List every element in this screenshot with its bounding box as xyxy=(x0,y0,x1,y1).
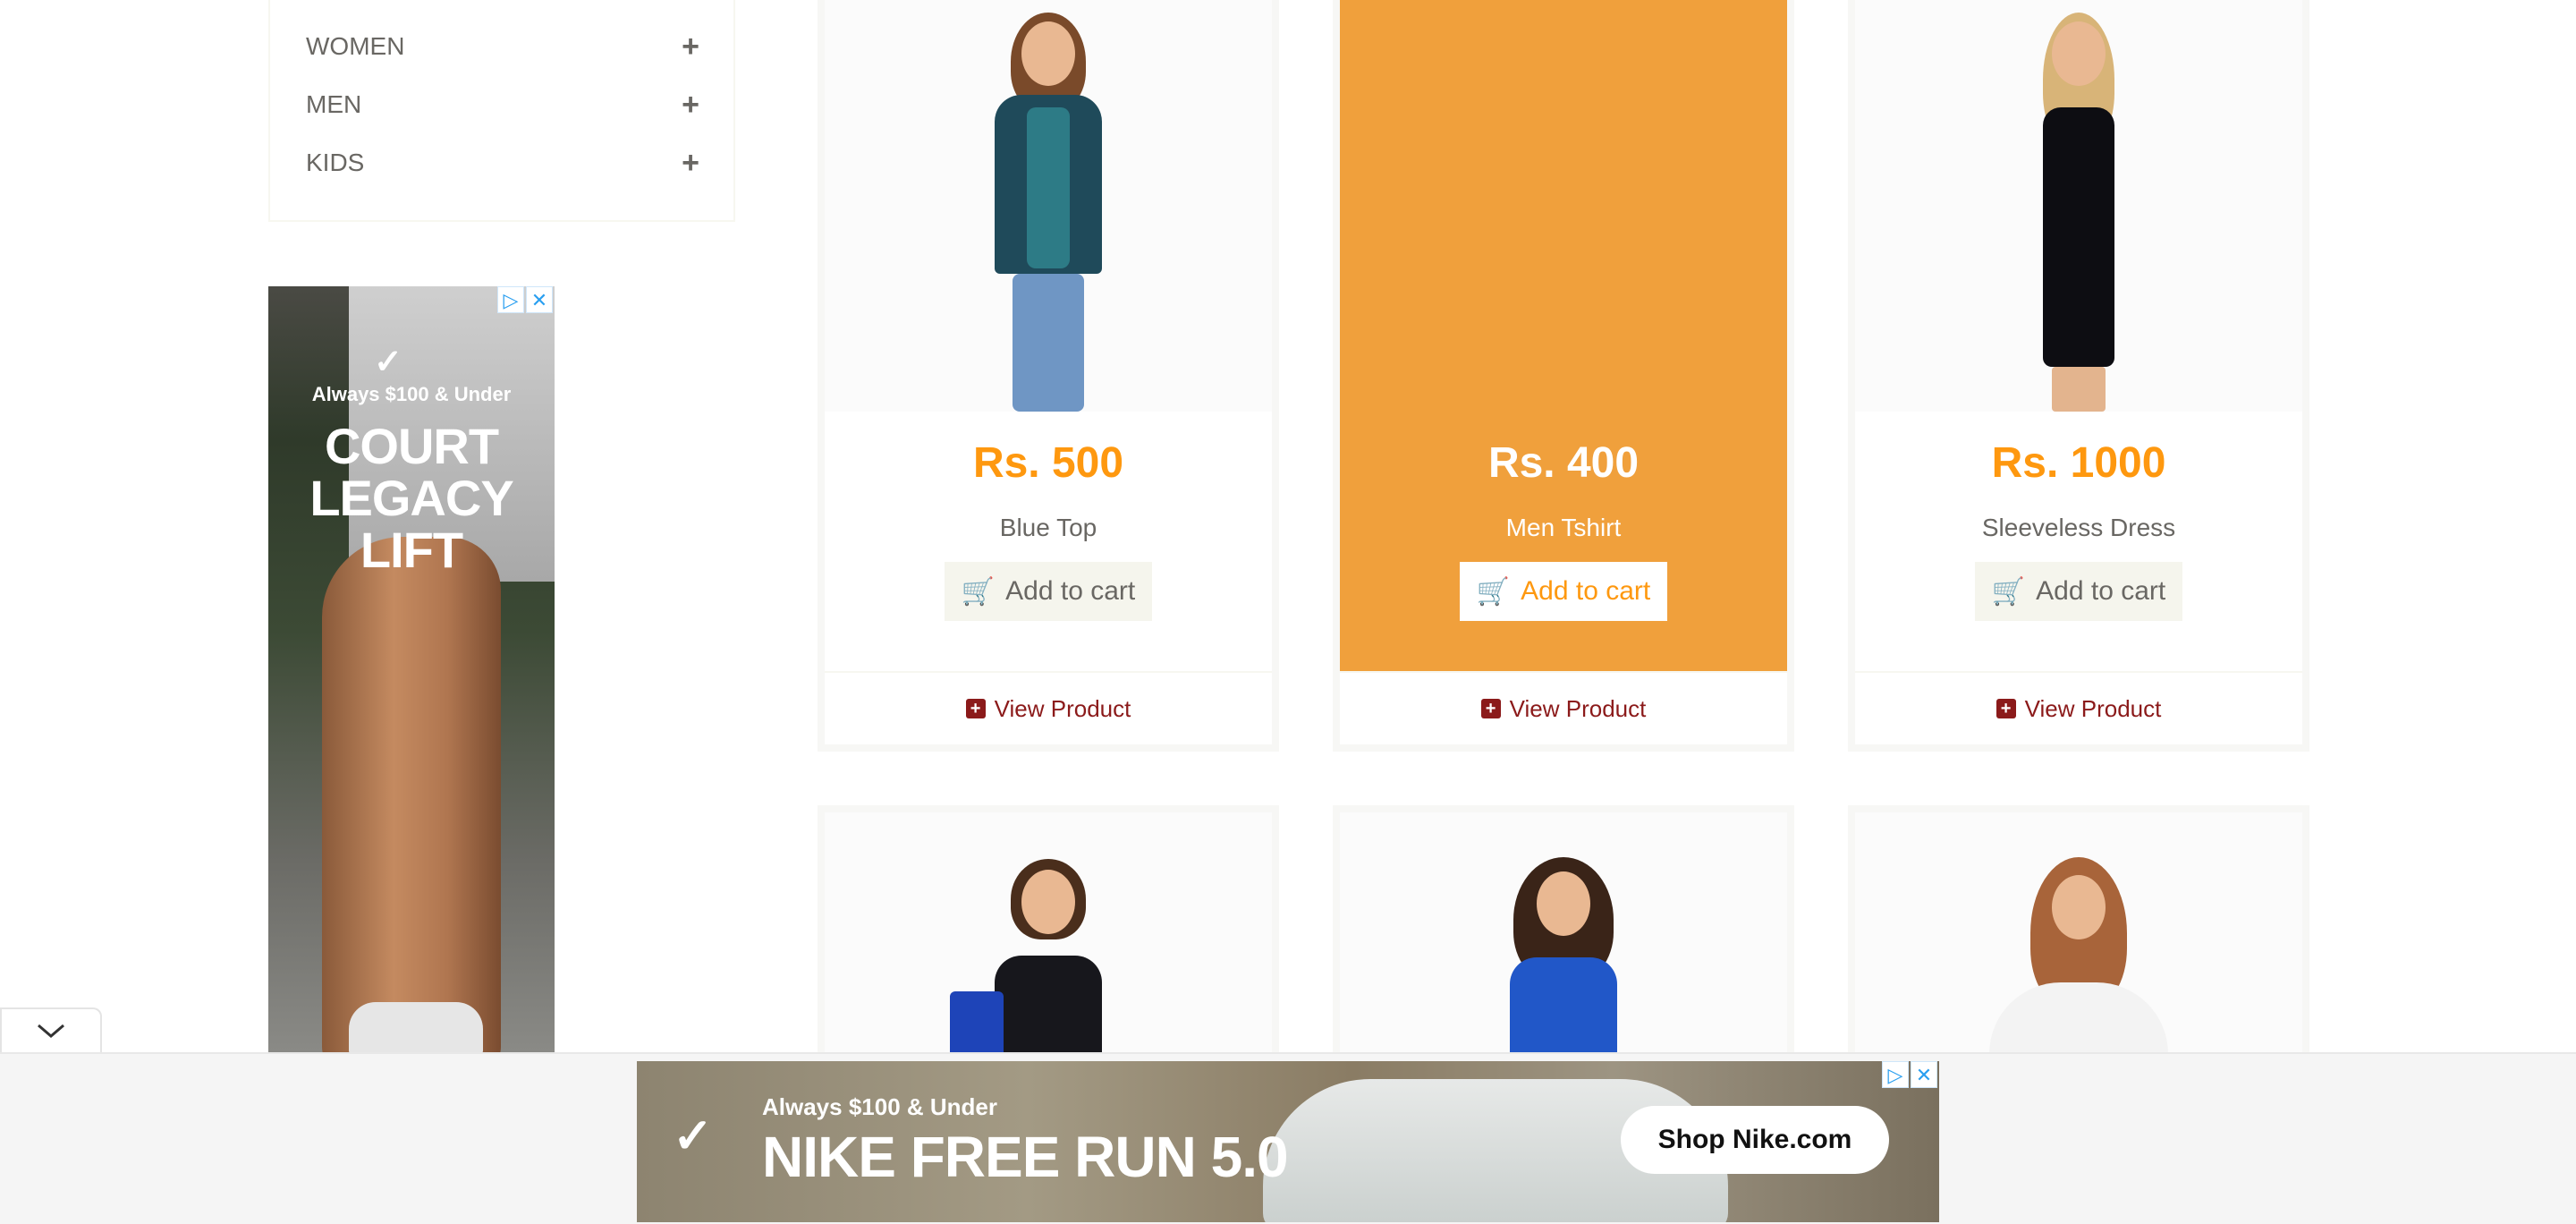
category-label[interactable]: MEN xyxy=(306,90,361,119)
product-card: Rs. 400 Men Tshirt 🛒 Add to cart + View … xyxy=(1333,0,1794,752)
cart-icon: 🛒 xyxy=(961,576,996,607)
product-image xyxy=(825,0,1272,412)
product-name: Men Tshirt xyxy=(1505,514,1622,541)
view-product-label: View Product xyxy=(994,694,1131,722)
plus-icon[interactable]: + xyxy=(682,31,699,62)
bottom-advertisement[interactable]: ✓ Always $100 & Under NIKE FREE RUN 5.0 … xyxy=(637,1061,1939,1222)
category-label[interactable]: KIDS xyxy=(306,149,364,177)
shop-now-button[interactable]: Shop Nike.com xyxy=(1621,1106,1889,1174)
adchoices-icon[interactable]: ▷ xyxy=(497,286,524,313)
ad-headline-line: LEGACY xyxy=(309,470,513,526)
add-to-cart-button[interactable]: 🛒 Add to cart xyxy=(1460,562,1667,621)
product-card: Rs. 500 Blue Top 🛒 Add to cart + View Pr… xyxy=(818,0,1279,752)
chevron-down-icon xyxy=(38,1024,64,1038)
close-icon[interactable]: ✕ xyxy=(526,286,553,313)
adchoices-icon[interactable]: ▷ xyxy=(1882,1061,1909,1088)
ad-headline-line: COURT xyxy=(324,418,499,474)
view-product-label: View Product xyxy=(2024,694,2162,722)
ad-headline-line: LIFT xyxy=(360,522,463,578)
add-to-cart-button[interactable]: 🛒 Add to cart xyxy=(1975,562,2182,621)
product-price: Rs. 1000 xyxy=(1991,439,2166,487)
divider xyxy=(1855,671,2302,673)
close-icon[interactable]: ✕ xyxy=(1911,1061,1937,1088)
model-figure xyxy=(959,9,1138,412)
ad-headline: COURT LEGACY LIFT xyxy=(268,421,555,576)
category-men[interactable]: MEN + xyxy=(306,85,699,124)
product-card xyxy=(818,805,1279,1108)
view-product-link[interactable]: + View Product xyxy=(1855,691,2302,727)
add-to-cart-label: Add to cart xyxy=(1005,576,1136,606)
nike-swoosh-icon: ✓ xyxy=(673,1109,714,1163)
category-label[interactable]: WOMEN xyxy=(306,32,404,61)
plus-square-icon: + xyxy=(965,699,986,718)
divider xyxy=(825,671,1272,673)
cart-icon: 🛒 xyxy=(1991,576,2026,607)
product-price: Rs. 500 xyxy=(972,439,1124,487)
plus-icon[interactable]: + xyxy=(682,148,699,178)
ad-tagline: Always $100 & Under xyxy=(311,383,512,405)
view-product-link[interactable]: + View Product xyxy=(1340,691,1787,727)
category-kids[interactable]: KIDS + xyxy=(306,143,699,183)
ad-leg-image xyxy=(322,537,501,1052)
category-panel: WOMEN + MEN + KIDS + xyxy=(268,0,735,222)
plus-square-icon: + xyxy=(1480,699,1501,718)
add-to-cart-label: Add to cart xyxy=(2036,576,2166,606)
divider xyxy=(1340,671,1787,673)
product-name: Sleeveless Dress xyxy=(1981,514,2176,541)
product-image xyxy=(1855,0,2302,412)
nike-swoosh-icon: ✓ xyxy=(374,344,402,381)
side-advertisement[interactable]: ✓ Always $100 & Under COURT LEGACY LIFT … xyxy=(268,286,555,1052)
add-to-cart-button[interactable]: 🛒 Add to cart xyxy=(945,562,1152,621)
view-product-label: View Product xyxy=(1509,694,1647,722)
product-card: Rs. 1000 Sleeveless Dress 🛒 Add to cart … xyxy=(1848,0,2309,752)
plus-square-icon: + xyxy=(1996,699,2016,718)
ad-tagline: Always $100 & Under xyxy=(762,1093,998,1120)
collapse-ad-button[interactable] xyxy=(0,1007,102,1052)
ad-shoe-image xyxy=(349,1002,483,1052)
cart-icon: 🛒 xyxy=(1476,576,1511,607)
category-women[interactable]: WOMEN + xyxy=(306,27,699,66)
product-name: Blue Top xyxy=(999,514,1097,541)
ad-headline: NIKE FREE RUN 5.0 xyxy=(762,1125,1289,1189)
product-card xyxy=(1848,805,2309,1117)
view-product-link[interactable]: + View Product xyxy=(825,691,1272,727)
product-price: Rs. 400 xyxy=(1487,439,1640,487)
model-figure xyxy=(1989,9,2168,412)
plus-icon[interactable]: + xyxy=(682,89,699,120)
add-to-cart-label: Add to cart xyxy=(1521,576,1651,606)
product-card xyxy=(1333,805,1794,1109)
